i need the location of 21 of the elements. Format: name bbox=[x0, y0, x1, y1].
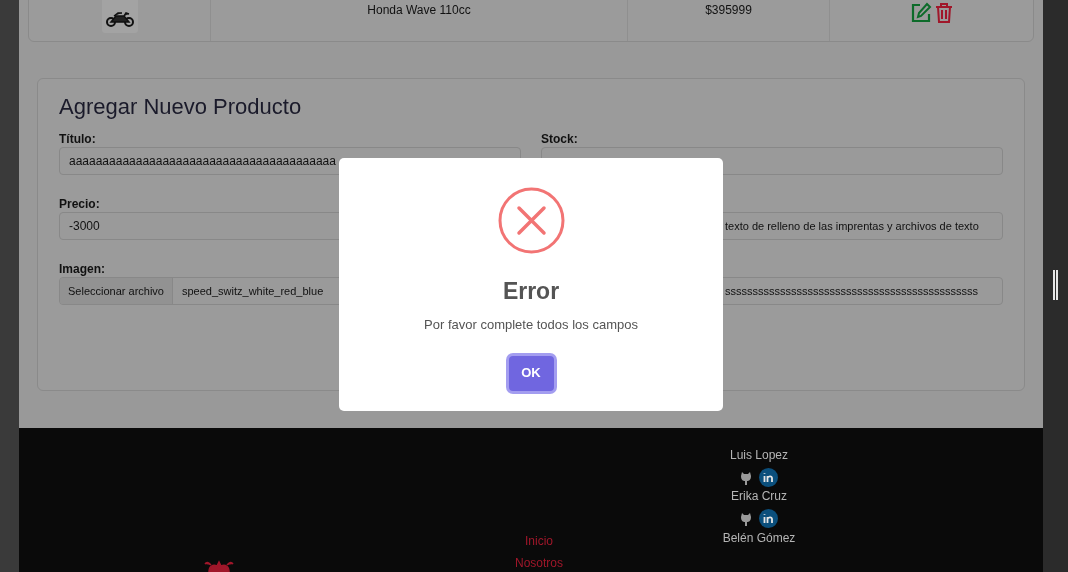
motorcycle-icon bbox=[105, 11, 134, 27]
product-title: Honda Wave 110cc bbox=[367, 2, 471, 19]
field-label: Título: bbox=[59, 132, 97, 147]
ok-button[interactable]: OK bbox=[508, 355, 554, 391]
member-name: Belén Gómez bbox=[722, 530, 796, 545]
linkedin-icon[interactable] bbox=[759, 468, 779, 487]
member-name: Erika Cruz bbox=[731, 489, 787, 504]
github-icon[interactable] bbox=[739, 470, 754, 485]
linkedin-icon[interactable] bbox=[759, 509, 779, 529]
product-price: $395999 bbox=[705, 2, 752, 19]
form-heading: Agregar Nuevo Producto bbox=[59, 93, 303, 121]
logo-icon bbox=[203, 558, 235, 572]
github-icon[interactable] bbox=[739, 511, 754, 526]
member-name: Luis Lopez bbox=[729, 448, 788, 462]
trash-icon[interactable] bbox=[933, 2, 954, 24]
field-label: Stock: bbox=[541, 132, 579, 147]
scrollbar-handle[interactable] bbox=[1053, 270, 1058, 300]
field-label: Precio: bbox=[59, 197, 101, 212]
error-icon bbox=[497, 187, 565, 254]
dialog-message: Por favor complete todos los campos bbox=[424, 316, 638, 334]
field-label: Imagen: bbox=[59, 262, 106, 277]
